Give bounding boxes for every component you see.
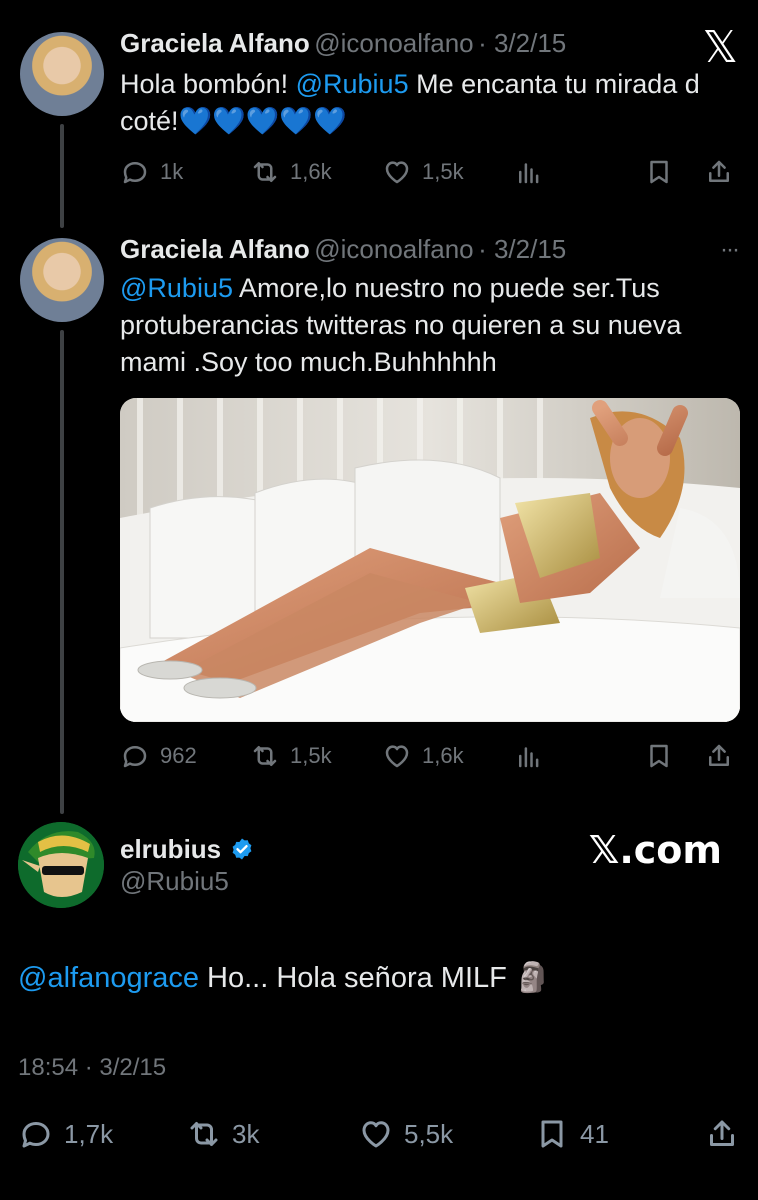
- thread-line-1: [60, 124, 64, 228]
- like-count: 1,6k: [422, 743, 464, 768]
- more-options-button[interactable]: ···: [720, 236, 740, 264]
- mention-link[interactable]: @Rubiu5: [296, 69, 409, 99]
- bookmark-icon: [541, 1120, 563, 1148]
- tweet-date[interactable]: · 3/2/15: [478, 234, 566, 264]
- retweet-count: 3k: [232, 1118, 260, 1149]
- views-button[interactable]: [514, 157, 544, 187]
- tweet2-text: @Rubiu5 Amore,lo nuestro no puede ser.Tu…: [120, 270, 720, 381]
- blue-hearts-emoji: 💙💙💙💙💙: [178, 106, 347, 136]
- bookmark-icon: [650, 160, 668, 184]
- retweet-icon: [190, 1122, 218, 1146]
- like-count: 5,5k: [404, 1118, 454, 1149]
- reply-button[interactable]: 962: [120, 741, 197, 771]
- bookmark-icon: [650, 744, 668, 768]
- tweet-text: Hola bombón!: [120, 69, 296, 99]
- bookmark-button[interactable]: [644, 157, 674, 187]
- share-button[interactable]: [704, 157, 734, 187]
- views-icon: [519, 163, 539, 184]
- avatar-graciela[interactable]: [20, 32, 104, 116]
- author-handle[interactable]: @iconoalfano: [314, 234, 473, 264]
- moai-emoji: 🗿: [514, 962, 552, 994]
- reply-icon: [22, 1122, 50, 1148]
- like-button[interactable]: 1,5k: [382, 157, 464, 187]
- reply-button[interactable]: 1,7k: [18, 1116, 113, 1152]
- reply-icon: [123, 162, 147, 184]
- tweet1-actions: 1k 1,6k 1,5k: [120, 152, 740, 192]
- reply-count: 1k: [160, 159, 184, 184]
- heart-icon: [385, 745, 409, 768]
- heart-icon: [362, 1121, 390, 1148]
- author-name[interactable]: elrubius: [120, 834, 221, 864]
- author-name[interactable]: Graciela Alfano: [120, 234, 310, 264]
- mention-link[interactable]: @Rubiu5: [120, 273, 233, 303]
- share-icon: [709, 160, 729, 182]
- bookmark-count: 41: [580, 1118, 609, 1149]
- tweet2-actions: 962 1,5k 1,6k: [120, 736, 740, 776]
- heart-icon: [385, 161, 409, 184]
- tweet-photo[interactable]: [120, 398, 740, 722]
- share-button[interactable]: [704, 741, 734, 771]
- retweet-icon: [253, 746, 277, 766]
- thread-line-2: [60, 330, 64, 814]
- tweet2-header: Graciela Alfano @iconoalfano · 3/2/15: [120, 234, 566, 265]
- photo-content: [120, 398, 740, 722]
- bookmark-button[interactable]: 41: [534, 1116, 609, 1152]
- views-icon: [519, 747, 539, 768]
- tweet3-text: @alfanograce Ho... Hola señora MILF 🗿: [18, 958, 551, 998]
- avatar-art: [18, 822, 104, 908]
- retweet-icon: [253, 162, 277, 182]
- tweet1-text: Hola bombón! @Rubiu5 Me encanta tu mirad…: [120, 66, 740, 140]
- share-button[interactable]: [704, 1116, 740, 1152]
- tweet-timestamp[interactable]: 18:54 · 3/2/15: [18, 1054, 166, 1082]
- tweet3-actions: 1,7k 3k 5,5k 41: [18, 1112, 740, 1156]
- author-handle[interactable]: @Rubiu5: [120, 866, 229, 897]
- like-button[interactable]: 5,5k: [358, 1116, 453, 1152]
- x-com-brand[interactable]: 𝕏.com: [589, 828, 722, 872]
- retweet-button[interactable]: 3k: [186, 1116, 259, 1152]
- share-icon: [710, 1120, 734, 1146]
- bookmark-button[interactable]: [644, 741, 674, 771]
- tweet3-author: elrubius: [120, 834, 254, 865]
- tweet-date[interactable]: · 3/2/15: [478, 28, 566, 58]
- reply-count: 1,7k: [64, 1118, 114, 1149]
- retweet-count: 1,5k: [290, 743, 332, 768]
- tweet1-header: Graciela Alfano @iconoalfano · 3/2/15: [120, 28, 566, 59]
- avatar-elrubius[interactable]: [18, 822, 104, 908]
- verified-badge-icon: [232, 838, 251, 860]
- views-button[interactable]: [514, 741, 544, 771]
- like-count: 1,5k: [422, 159, 464, 184]
- retweet-button[interactable]: 1,6k: [250, 157, 332, 187]
- avatar-graciela[interactable]: [20, 238, 104, 322]
- mention-link[interactable]: @alfanograce: [18, 962, 199, 994]
- share-icon: [709, 744, 729, 766]
- retweet-button[interactable]: 1,5k: [250, 741, 332, 771]
- reply-button[interactable]: 1k: [120, 157, 183, 187]
- retweet-count: 1,6k: [290, 159, 332, 184]
- author-handle[interactable]: @iconoalfano: [314, 28, 473, 58]
- reply-count: 962: [160, 743, 197, 768]
- like-button[interactable]: 1,6k: [382, 741, 464, 771]
- reply-icon: [123, 746, 147, 768]
- author-name[interactable]: Graciela Alfano: [120, 28, 310, 58]
- tweet-text: Ho... Hola señora MILF: [199, 962, 515, 994]
